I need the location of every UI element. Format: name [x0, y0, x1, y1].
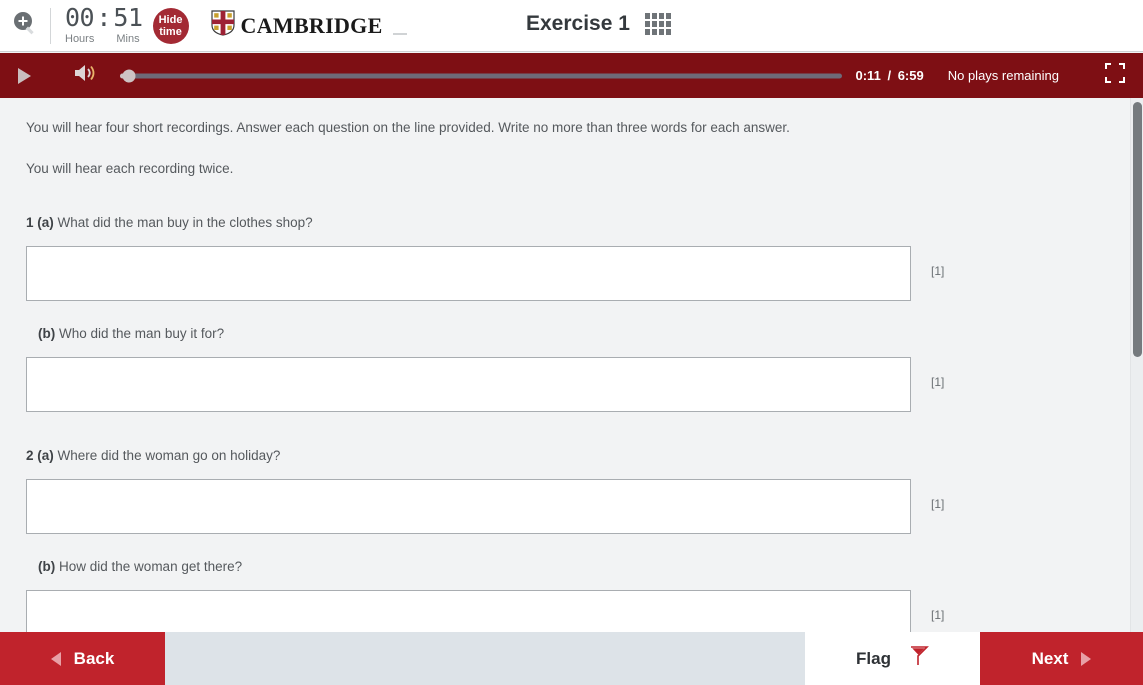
mark-1b: [1]	[931, 375, 945, 389]
volume-button[interactable]	[62, 53, 110, 98]
answer-input-1b[interactable]	[26, 357, 911, 412]
play-icon	[17, 67, 31, 84]
content-scrollbar[interactable]	[1130, 98, 1143, 632]
mark-1a: [1]	[931, 264, 945, 278]
volume-icon	[73, 62, 99, 89]
answer-input-1a[interactable]	[26, 246, 911, 301]
next-button-label: Next	[1031, 648, 1069, 668]
fullscreen-icon	[1105, 63, 1125, 88]
brand-name: CAMBRIDGE	[240, 12, 383, 38]
hide-time-label-line1: Hide	[158, 13, 183, 26]
next-button[interactable]: Next	[980, 632, 1143, 685]
question-label-1b: (b) Who did the man buy it for?	[38, 324, 1143, 344]
answer-row-1b: [1]	[26, 357, 1143, 412]
timer-hours-value: 00	[65, 3, 95, 32]
hide-time-button[interactable]: Hide time	[152, 7, 189, 44]
cambridge-crest-icon	[210, 10, 235, 41]
question-text-2a: Where did the woman go on holiday?	[57, 448, 281, 463]
brand-rule	[392, 32, 407, 35]
answer-input-2a[interactable]	[26, 479, 911, 534]
mark-2a: [1]	[931, 497, 945, 511]
question-text-2b: How did the woman get there?	[59, 559, 243, 574]
total-time: 6:59	[897, 68, 924, 83]
question-number-1a: 1 (a)	[26, 215, 54, 230]
page-title: Exercise 1	[526, 12, 630, 35]
time-display: 0:11 / 6:59	[856, 68, 924, 83]
timer-hours-unit: Hours	[65, 33, 95, 45]
timer-mins: 51 Mins	[113, 3, 143, 45]
timer-mins-value: 51	[113, 3, 143, 32]
current-time: 0:11	[855, 68, 881, 83]
nav-spacer	[165, 632, 805, 685]
header-divider	[50, 7, 51, 44]
flag-button-label: Flag	[856, 648, 891, 668]
exam-timer: 00 Hours : 51 Mins	[65, 3, 143, 45]
back-button-label: Back	[73, 648, 115, 668]
question-label-1a: 1 (a) What did the man buy in the clothe…	[26, 213, 1143, 233]
seek-track[interactable]	[120, 73, 842, 78]
brand-logo: CAMBRIDGE	[210, 10, 407, 41]
exercise-content: You will hear four short recordings. Ans…	[0, 98, 1143, 632]
play-button[interactable]	[0, 53, 48, 98]
mark-2b: [1]	[931, 608, 945, 622]
question-number-1b: (b)	[38, 326, 56, 341]
hide-time-label-line2: time	[159, 25, 182, 38]
app-header: 00 Hours : 51 Mins Hide time CAMBRIDGE E…	[0, 0, 1143, 52]
answer-row-2b: [1]	[26, 590, 1143, 632]
bottom-navigation: Back Flag Next	[0, 632, 1143, 685]
answer-row-1a: [1]	[26, 246, 1143, 301]
flag-icon	[909, 645, 929, 672]
zoom-in-button[interactable]	[0, 0, 50, 52]
answer-row-2a: [1]	[26, 479, 1143, 534]
flag-button[interactable]: Flag	[805, 632, 980, 685]
question-text-1a: What did the man buy in the clothes shop…	[57, 215, 313, 230]
instruction-line-2: You will hear each recording twice.	[26, 161, 234, 176]
plays-remaining-status: No plays remaining	[947, 68, 1059, 83]
fullscreen-button[interactable]	[1095, 53, 1135, 98]
scrollbar-thumb[interactable]	[1133, 102, 1142, 357]
grid-menu-icon[interactable]	[645, 13, 671, 35]
chevron-left-icon	[50, 651, 61, 666]
magnifier-plus-icon	[12, 10, 38, 41]
question-number-2a: 2 (a)	[26, 448, 54, 463]
question-number-2b: (b)	[38, 559, 56, 574]
timer-separator: :	[96, 3, 112, 32]
timer-hours: 00 Hours	[65, 3, 95, 45]
back-button[interactable]: Back	[0, 632, 165, 685]
seek-handle[interactable]	[122, 69, 136, 82]
chevron-right-icon	[1081, 651, 1092, 666]
timer-mins-unit: Mins	[116, 33, 140, 45]
answer-input-2b[interactable]	[26, 590, 911, 632]
question-text-1b: Who did the man buy it for?	[59, 326, 225, 341]
audio-player-bar: 0:11 / 6:59 No plays remaining	[0, 53, 1143, 98]
question-label-2b: (b) How did the woman get there?	[38, 557, 1143, 577]
time-separator: /	[887, 68, 892, 83]
question-label-2a: 2 (a) Where did the woman go on holiday?	[26, 446, 1143, 466]
instruction-line-1: You will hear four short recordings. Ans…	[26, 120, 790, 135]
